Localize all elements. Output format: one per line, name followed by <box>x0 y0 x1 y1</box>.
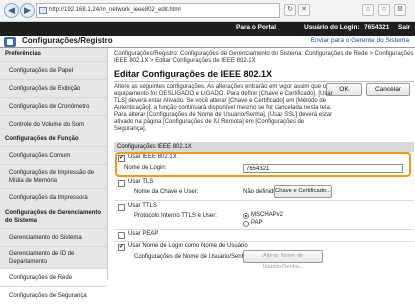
use-login-as-username-label: Usar Nome de Login como Nome de Usuário <box>128 243 248 249</box>
back-icon[interactable]: ◀ <box>4 3 19 18</box>
use-login-as-username-checkbox[interactable] <box>118 243 125 251</box>
star-icon[interactable]: ☆ <box>378 4 390 16</box>
mschapv2-label: MSCHAPv2 <box>251 212 284 218</box>
highlight-frame <box>115 152 411 177</box>
sidebar-item-display[interactable]: Configurações de Exibição <box>0 79 107 97</box>
sidebar-item-media-print[interactable]: Configurações de Impressão de Mídia de M… <box>0 164 107 188</box>
mschapv2-radio[interactable] <box>243 213 249 219</box>
title-divider <box>114 81 414 82</box>
logout-link[interactable]: Sair <box>398 24 410 31</box>
sidebar-item-volume[interactable]: Controle do Volume do Som <box>0 115 107 133</box>
sidebar-item-system-mgmt[interactable]: Gerenciamento do Sistema <box>0 228 107 246</box>
sidebar-item-paper[interactable]: Configurações de Papel <box>0 61 107 79</box>
sidebar-item-department-id[interactable]: Gerenciamento de ID de Departamento <box>0 246 107 268</box>
gear-icon[interactable]: ⚙ <box>394 4 406 16</box>
forward-icon[interactable]: ▶ <box>20 3 35 18</box>
key-not-defined: Não definido <box>243 189 277 195</box>
top-header: Para o Portal Usuário do Login: 7654321 … <box>0 22 415 36</box>
change-user-pass-button[interactable]: Alterar Nome de Usuário/Senha... <box>243 250 323 270</box>
page-icon <box>39 7 47 14</box>
address-bar[interactable]: http://192.168.1.24/m_network_ieee802_ed… <box>36 3 280 18</box>
refresh-icon[interactable]: ↻ <box>284 4 296 16</box>
sidebar-item-timer[interactable]: Configurações de Cronômetro <box>0 97 107 115</box>
browser-toolbar: ◀ ▶ http://192.168.1.24/m_network_ieee80… <box>0 0 415 22</box>
user-pass-settings-label: Configurações de Nome de Usuário/Senha <box>134 254 249 260</box>
key-name-label: Nome da Chave e User: <box>134 189 199 195</box>
sidebar-item-network[interactable]: Configurações de Rede <box>0 268 107 286</box>
app-title: Configurações/Registro <box>22 36 113 45</box>
use-ttls-label: Usar TTLS <box>128 203 157 209</box>
use-peap-checkbox[interactable] <box>118 232 125 239</box>
ttls-protocol-label: Protocolo Interno TTLS e User: <box>134 213 217 219</box>
sidebar-item-security[interactable]: Configurações de Segurança <box>0 286 107 304</box>
breadcrumb: Configurações/Registro: Configurações de… <box>114 51 414 64</box>
page-title: Editar Configurações de IEEE 802.1X <box>114 69 273 79</box>
sidebar-category-function: Configurações de Função <box>5 136 79 142</box>
row-divider <box>114 241 414 242</box>
pap-radio[interactable] <box>243 221 249 227</box>
row-divider <box>114 200 414 201</box>
sidebar: Preferências Configurações de Papel Conf… <box>0 48 108 299</box>
login-user-value: 7654321 <box>364 24 390 31</box>
login-user-label: Usuário do Login: <box>304 24 360 31</box>
portal-link[interactable]: Para o Portal <box>236 24 276 31</box>
use-tls-checkbox[interactable] <box>118 180 125 187</box>
use-tls-label: Usar TLS <box>128 179 154 185</box>
cancel-button[interactable]: Cancelar <box>366 83 410 96</box>
url-text: http://192.168.1.24/m_network_ieee802_ed… <box>49 7 181 13</box>
sidebar-item-common[interactable]: Configurações Comum <box>0 146 107 164</box>
row-divider <box>114 229 414 230</box>
section-header: Configurações IEEE 802.1X <box>114 142 414 152</box>
mail-admin-link[interactable]: Enviar para o Gerente do Sistema <box>311 37 409 44</box>
home-icon[interactable]: ⌂ <box>362 4 374 16</box>
sidebar-category-preferences: Preferências <box>5 51 42 57</box>
use-ttls-checkbox[interactable] <box>118 204 125 211</box>
sidebar-item-printer[interactable]: Configurações da Impressora <box>0 188 107 206</box>
use-peap-label: Usar PEAP <box>128 231 159 237</box>
key-cert-button[interactable]: Chave e Certificado... <box>274 185 332 198</box>
sidebar-category-management: Configurações de Gerenciamento do Sistem… <box>5 210 102 224</box>
settings-logo-icon <box>4 37 16 47</box>
instructions-text: Altere as seguintes configurações. As al… <box>114 84 333 132</box>
title-bar: Configurações/Registro Enviar para o Ger… <box>0 36 415 48</box>
pap-label: PAP <box>251 220 263 226</box>
stop-icon[interactable]: ✕ <box>298 4 310 16</box>
